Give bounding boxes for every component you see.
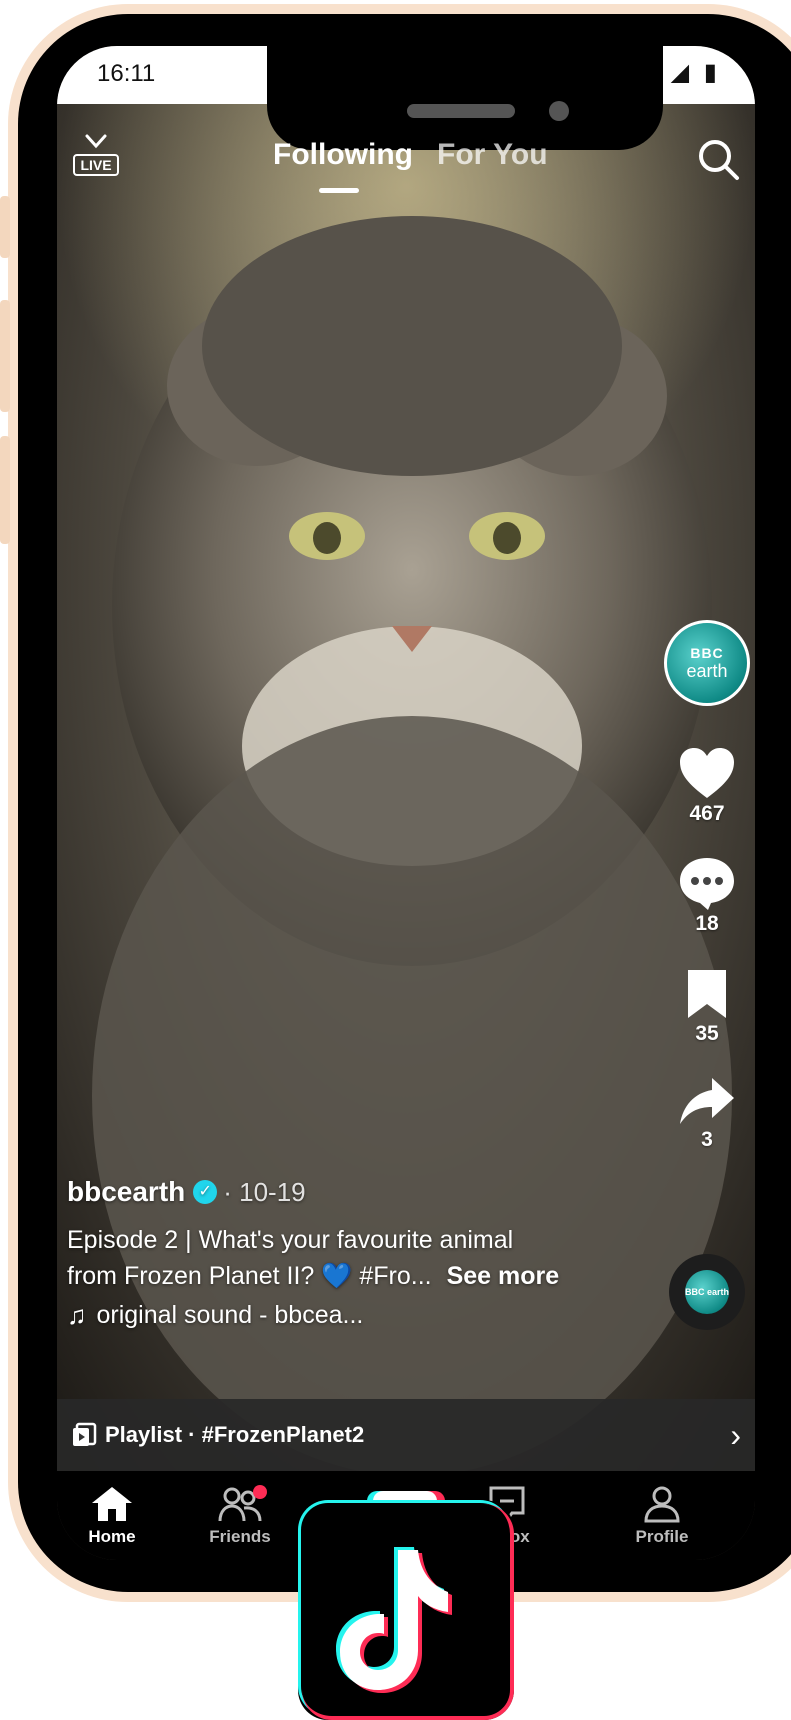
username-row: bbcearth ✓ · 10-19 — [67, 1176, 657, 1208]
username[interactable]: bbcearth — [67, 1176, 185, 1208]
phone-side-button — [0, 436, 10, 544]
notification-dot — [253, 1485, 267, 1499]
phone-side-button — [0, 300, 10, 412]
like-button[interactable]: 467 — [669, 746, 745, 826]
speaker — [407, 104, 515, 118]
status-time: 16:11 — [97, 60, 156, 87]
nav-profile-label: Profile — [635, 1527, 689, 1546]
nav-home[interactable]: Home — [57, 1485, 167, 1547]
phone-side-button — [0, 196, 10, 258]
home-icon — [92, 1487, 132, 1521]
save-count: 35 — [695, 1022, 719, 1045]
share-arrow-icon — [680, 1078, 734, 1124]
nav-profile[interactable]: Profile — [607, 1485, 717, 1547]
music-disc-label: BBC earth — [685, 1270, 729, 1314]
caption-line-1: Episode 2 | What's your favourite animal — [67, 1226, 514, 1254]
music-disc[interactable]: BBC earth — [669, 1254, 745, 1330]
nav-home-label: Home — [88, 1527, 136, 1546]
nav-friends[interactable]: Friends — [185, 1485, 295, 1547]
chevron-right-icon: › — [730, 1417, 741, 1453]
playlist-label: Playlist · #FrozenPlanet2 — [105, 1422, 365, 1447]
save-button[interactable]: 35 — [669, 968, 745, 1046]
tab-following[interactable]: Following — [273, 138, 413, 172]
caption-line-2: from Frozen Planet II? — [67, 1262, 315, 1290]
live-label: LIVE — [73, 154, 119, 176]
avatar-bbc-text: BBC — [690, 644, 724, 661]
app-screen: 16:11 ⊖ ▼◢ ▮ LIVE Following For You BBC … — [57, 46, 755, 1560]
comment-bubble-icon — [680, 858, 734, 910]
profile-icon — [644, 1486, 680, 1523]
post-date: · 10-19 — [223, 1176, 306, 1207]
avatar-earth-text: earth — [686, 660, 728, 681]
notch — [267, 46, 663, 150]
video-caption: bbcearth ✓ · 10-19 Episode 2 | What's yo… — [67, 1176, 657, 1331]
caption-description: Episode 2 | What's your favourite animal… — [67, 1222, 657, 1294]
sound-name: original sound - bbcea... — [96, 1301, 364, 1329]
camera — [549, 101, 569, 121]
search-button[interactable] — [695, 136, 741, 182]
playlist-icon — [73, 1422, 97, 1446]
search-icon — [699, 140, 739, 180]
share-count: 3 — [701, 1128, 713, 1151]
playlist-bar[interactable]: Playlist · #FrozenPlanet2 › — [57, 1399, 755, 1471]
nav-friends-label: Friends — [209, 1527, 271, 1546]
see-more-link[interactable]: See more — [447, 1262, 560, 1290]
heart-icon — [680, 748, 734, 798]
verified-badge-icon: ✓ — [193, 1180, 218, 1204]
tv-antenna-icon — [85, 134, 107, 149]
comment-count: 18 — [695, 912, 719, 935]
video-player[interactable] — [57, 46, 755, 1560]
caption-hashtag[interactable]: #Fro... — [359, 1262, 431, 1290]
like-count: 467 — [689, 802, 725, 825]
tab-for-you[interactable]: For You — [437, 138, 548, 172]
blue-heart-emoji: 💙 — [321, 1262, 353, 1290]
music-note-icon: ♫ — [67, 1300, 87, 1330]
tab-underline — [319, 188, 359, 193]
logo-border-red — [302, 1504, 514, 1720]
share-button[interactable]: 3 — [669, 1076, 745, 1152]
creator-avatar[interactable]: BBC earth — [664, 620, 750, 706]
bookmark-icon — [688, 970, 726, 1018]
comment-button[interactable]: 18 — [669, 856, 745, 936]
live-button[interactable]: LIVE — [73, 134, 119, 180]
sound-row[interactable]: ♫ original sound - bbcea... — [67, 1300, 657, 1331]
